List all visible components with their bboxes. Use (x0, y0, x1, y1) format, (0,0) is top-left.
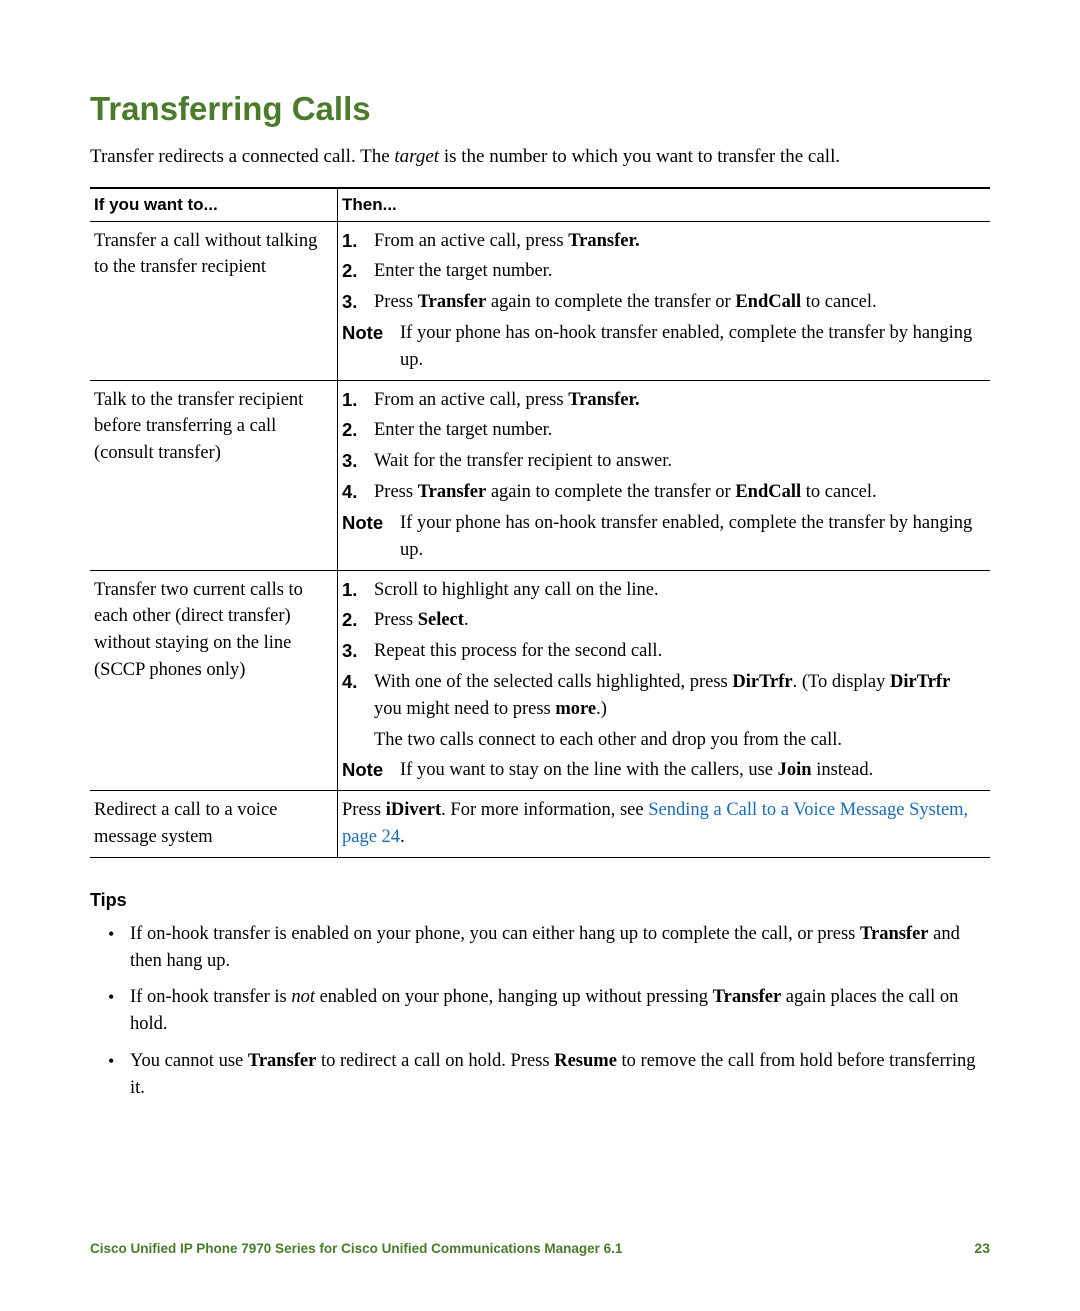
step-text: Press Select. (374, 607, 982, 634)
tip-item: If on-hook transfer is not enabled on yo… (130, 984, 990, 1038)
step-num: 1. (342, 577, 374, 604)
table-header-right: Then... (338, 188, 991, 222)
step-num: 3. (342, 448, 374, 475)
table-row: Transfer two current calls to each other… (90, 570, 990, 791)
row-right: 1.From an active call, press Transfer. 2… (338, 221, 991, 380)
step-num: 3. (342, 638, 374, 665)
footer-doc-title: Cisco Unified IP Phone 7970 Series for C… (90, 1241, 622, 1256)
step-text: From an active call, press Transfer. (374, 228, 982, 255)
table-row: Transfer a call without talking to the t… (90, 221, 990, 380)
row-left: Redirect a call to a voice message syste… (90, 791, 338, 858)
step-text: Press Transfer again to complete the tra… (374, 479, 982, 506)
step-num: 1. (342, 228, 374, 255)
step-text: Enter the target number. (374, 417, 982, 444)
step-text: With one of the selected calls highlight… (374, 669, 982, 723)
row-right: 1.Scroll to highlight any call on the li… (338, 570, 991, 791)
footer-page-number: 23 (974, 1240, 990, 1256)
row-right: Press iDivert. For more information, see… (338, 791, 991, 858)
tips-heading: Tips (90, 890, 990, 911)
step-text: Repeat this process for the second call. (374, 638, 982, 665)
step-text: Enter the target number. (374, 258, 982, 285)
row-left: Transfer two current calls to each other… (90, 570, 338, 791)
page-footer: Cisco Unified IP Phone 7970 Series for C… (90, 1240, 990, 1256)
row-left: Transfer a call without talking to the t… (90, 221, 338, 380)
step-num: 4. (342, 669, 374, 723)
note-label: Note (342, 320, 400, 374)
intro-paragraph: Transfer redirects a connected call. The… (90, 144, 990, 171)
step-num: 3. (342, 289, 374, 316)
row-right: 1.From an active call, press Transfer. 2… (338, 380, 991, 570)
tips-list: If on-hook transfer is enabled on your p… (90, 921, 990, 1102)
extra-text: The two calls connect to each other and … (374, 727, 982, 754)
note-text: If your phone has on-hook transfer enabl… (400, 320, 982, 374)
table-row: Redirect a call to a voice message syste… (90, 791, 990, 858)
transfer-table: If you want to... Then... Transfer a cal… (90, 187, 990, 858)
step-text: Scroll to highlight any call on the line… (374, 577, 982, 604)
note-text: If your phone has on-hook transfer enabl… (400, 510, 982, 564)
note-label: Note (342, 510, 400, 564)
step-text: Press Transfer again to complete the tra… (374, 289, 982, 316)
intro-text-post: is the number to which you want to trans… (439, 146, 840, 167)
note-label: Note (342, 757, 400, 784)
step-text: Wait for the transfer recipient to answe… (374, 448, 982, 475)
tip-item: You cannot use Transfer to redirect a ca… (130, 1048, 990, 1102)
page-title: Transferring Calls (90, 90, 990, 128)
step-num: 2. (342, 258, 374, 285)
tip-item: If on-hook transfer is enabled on your p… (130, 921, 990, 975)
intro-text-pre: Transfer redirects a connected call. The (90, 146, 394, 167)
step-num: 4. (342, 479, 374, 506)
step-num: 2. (342, 607, 374, 634)
note-text: If you want to stay on the line with the… (400, 757, 982, 784)
step-num: 2. (342, 417, 374, 444)
table-header-left: If you want to... (90, 188, 338, 222)
step-num: 1. (342, 387, 374, 414)
intro-emphasis: target (394, 146, 439, 167)
table-row: Talk to the transfer recipient before tr… (90, 380, 990, 570)
row-left: Talk to the transfer recipient before tr… (90, 380, 338, 570)
step-text: From an active call, press Transfer. (374, 387, 982, 414)
